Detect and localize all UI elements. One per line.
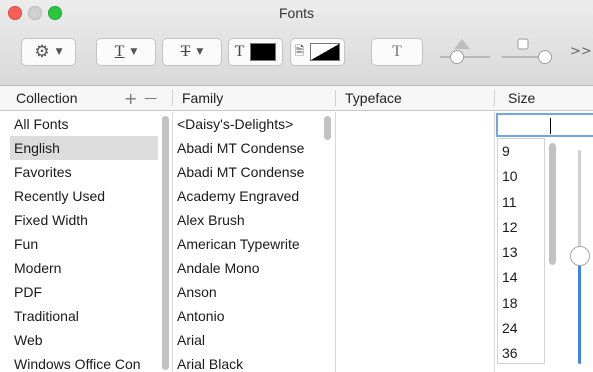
family-scrollbar[interactable] bbox=[324, 116, 331, 140]
action-menu-button[interactable]: ⚙ ▼ bbox=[21, 38, 76, 66]
window-titlebar: Fonts ⚙ ▼ T ▼ T ▼ T 🗎 T >> bbox=[0, 0, 593, 86]
header-divider bbox=[172, 90, 173, 106]
text-shadow-button[interactable]: T bbox=[371, 38, 423, 66]
collection-row[interactable]: Fun bbox=[10, 232, 158, 256]
remove-collection-button[interactable]: — bbox=[144, 86, 157, 111]
text-color-label: T bbox=[234, 43, 245, 60]
collection-row-selected[interactable]: English bbox=[10, 136, 158, 160]
typeface-list bbox=[336, 112, 493, 372]
shadow-direction-icon bbox=[454, 39, 470, 49]
strikethrough-label: T bbox=[180, 43, 191, 60]
text-cursor bbox=[550, 118, 551, 134]
collection-row[interactable]: All Fonts bbox=[10, 112, 158, 136]
family-list: <Daisy's-Delights> Abadi MT Condense Aba… bbox=[173, 112, 319, 372]
chevron-down-icon: ▼ bbox=[130, 47, 138, 57]
document-color-swatch bbox=[310, 43, 341, 61]
size-option[interactable]: 13 bbox=[498, 240, 544, 265]
chevron-down-icon: ▼ bbox=[55, 47, 63, 57]
add-collection-button[interactable]: + bbox=[124, 86, 137, 111]
collection-row[interactable]: Recently Used bbox=[10, 184, 158, 208]
family-row[interactable]: Andale Mono bbox=[173, 256, 319, 280]
shadow-label: T bbox=[392, 43, 402, 60]
underline-label: T bbox=[114, 43, 125, 60]
collection-header: Collection bbox=[16, 90, 78, 106]
size-option[interactable]: 10 bbox=[498, 164, 544, 189]
typeface-header: Typeface bbox=[345, 90, 402, 106]
header-divider bbox=[494, 90, 495, 106]
gear-icon: ⚙ bbox=[34, 42, 50, 62]
text-color-button[interactable]: T bbox=[228, 38, 283, 66]
window-title: Fonts bbox=[278, 5, 314, 21]
column-header-bar: Collection + — Family Typeface Size bbox=[0, 86, 593, 111]
collection-row[interactable]: PDF bbox=[10, 280, 158, 304]
underline-button[interactable]: T ▼ bbox=[96, 38, 156, 66]
size-option[interactable]: 24 bbox=[498, 316, 544, 341]
size-option[interactable]: 36 bbox=[498, 341, 544, 366]
header-divider bbox=[335, 90, 336, 106]
family-row[interactable]: Abadi MT Condense bbox=[173, 136, 319, 160]
shadow-opacity-slider[interactable] bbox=[440, 50, 490, 64]
family-row[interactable]: Anson bbox=[173, 280, 319, 304]
document-icon: 🗎 bbox=[294, 43, 305, 58]
shadow-blur-slider[interactable] bbox=[502, 50, 552, 64]
collection-row[interactable]: Windows Office Con bbox=[10, 352, 158, 372]
family-row[interactable]: Arial Black bbox=[173, 352, 319, 372]
size-list: 9 10 11 12 13 14 18 24 36 bbox=[497, 138, 545, 364]
family-row[interactable]: Alex Brush bbox=[173, 208, 319, 232]
size-header: Size bbox=[508, 90, 536, 106]
size-option[interactable]: 12 bbox=[498, 215, 544, 240]
text-color-swatch bbox=[250, 43, 277, 61]
family-row[interactable]: <Daisy's-Delights> bbox=[173, 112, 319, 136]
size-option[interactable]: 14 bbox=[498, 265, 544, 290]
family-row[interactable]: Academy Engraved bbox=[173, 184, 319, 208]
size-input[interactable] bbox=[496, 113, 593, 137]
size-scrollbar[interactable] bbox=[549, 143, 556, 265]
shadow-blur-icon bbox=[517, 38, 529, 50]
size-option[interactable]: 9 bbox=[498, 139, 544, 164]
family-header: Family bbox=[182, 90, 224, 106]
collection-row[interactable]: Favorites bbox=[10, 160, 158, 184]
chevron-down-icon: ▼ bbox=[196, 47, 204, 57]
strikethrough-button[interactable]: T ▼ bbox=[162, 38, 222, 66]
document-color-button[interactable]: 🗎 bbox=[290, 38, 345, 66]
collection-row[interactable]: Web bbox=[10, 328, 158, 352]
size-option[interactable]: 11 bbox=[498, 190, 544, 215]
slider-knob[interactable] bbox=[450, 50, 464, 64]
collection-list: All Fonts English Favorites Recently Use… bbox=[10, 112, 158, 372]
collection-row[interactable]: Fixed Width bbox=[10, 208, 158, 232]
column-divider bbox=[494, 112, 495, 372]
family-row[interactable]: Antonio bbox=[173, 304, 319, 328]
size-slider-fill bbox=[578, 256, 581, 364]
toolbar-overflow-button[interactable]: >> bbox=[570, 44, 592, 59]
collection-row[interactable]: Modern bbox=[10, 256, 158, 280]
size-slider-knob[interactable] bbox=[570, 246, 590, 266]
collection-scrollbar[interactable] bbox=[162, 116, 169, 370]
family-row[interactable]: Arial bbox=[173, 328, 319, 352]
family-row[interactable]: Abadi MT Condense bbox=[173, 160, 319, 184]
slider-knob[interactable] bbox=[538, 50, 552, 64]
size-option[interactable]: 18 bbox=[498, 291, 544, 316]
collection-row[interactable]: Traditional bbox=[10, 304, 158, 328]
family-row[interactable]: American Typewrite bbox=[173, 232, 319, 256]
